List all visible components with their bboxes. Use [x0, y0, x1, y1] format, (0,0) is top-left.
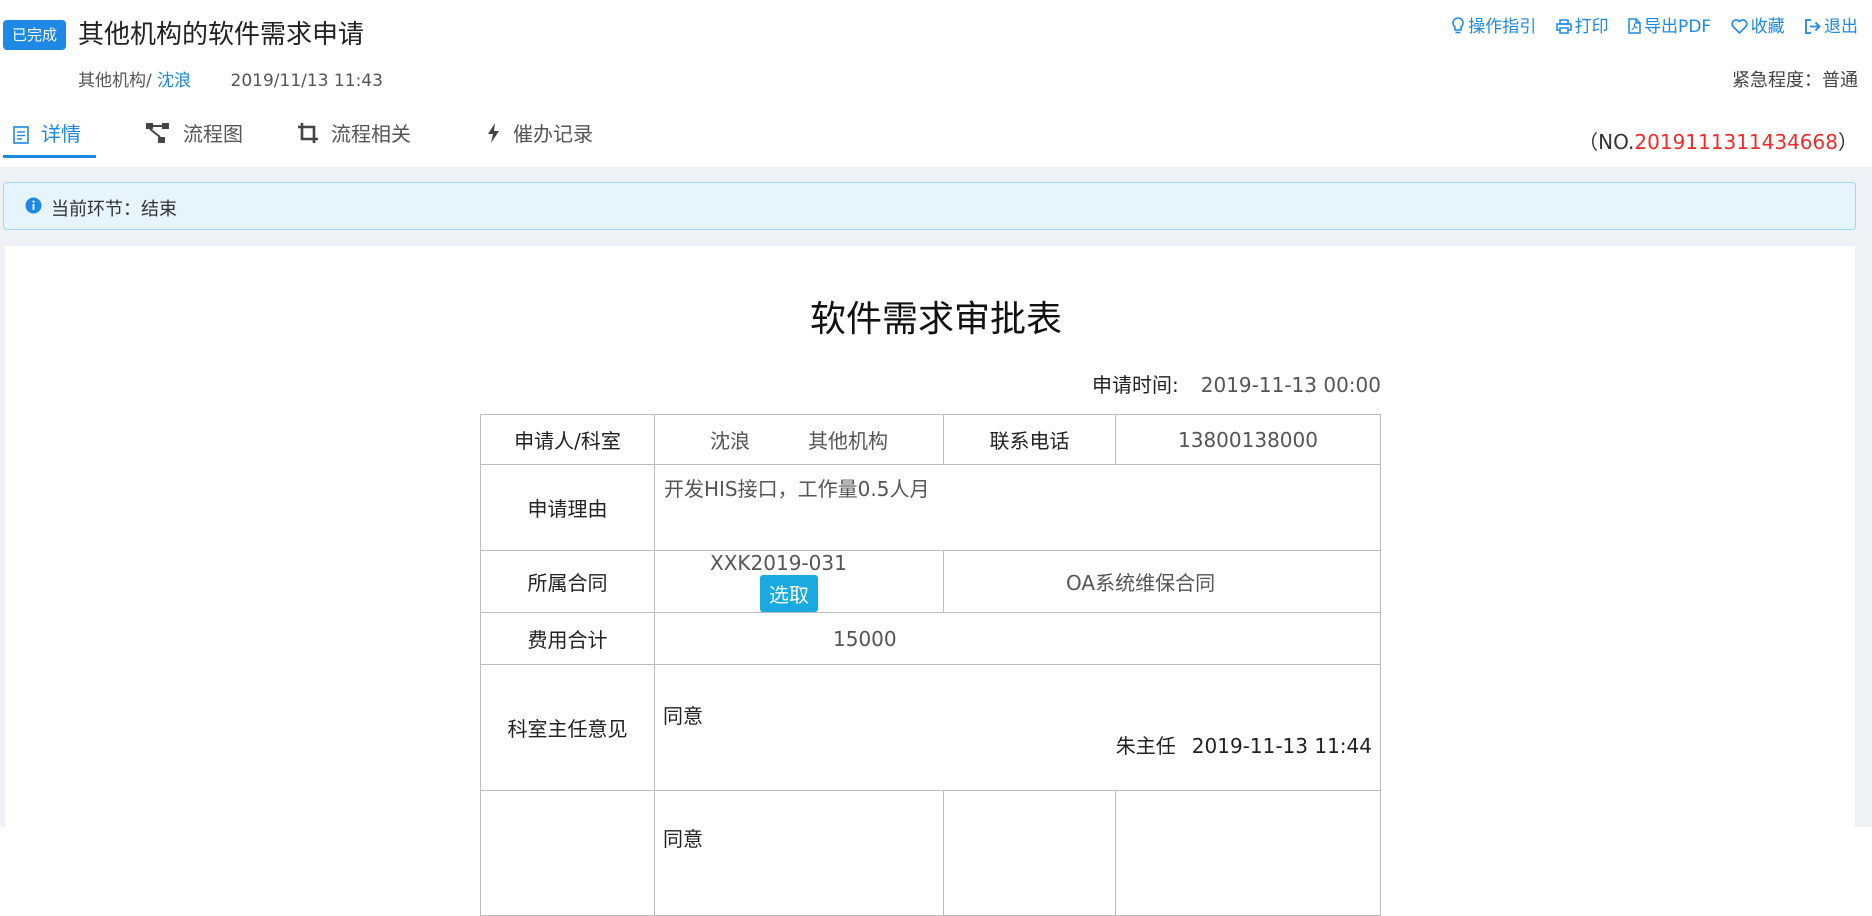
bolt-icon — [488, 123, 499, 143]
director-opinion-cell: 同意 朱主任 2019-11-13 11:44 — [654, 664, 1381, 791]
doc-number-prefix: （NO. — [1578, 130, 1635, 154]
exit-button[interactable]: 退出 — [1804, 17, 1858, 37]
doc-number-value: 201911131143466 — [1634, 130, 1826, 154]
phone-value: 13800138000 — [1115, 414, 1381, 465]
tab-details[interactable]: 详情 — [3, 118, 96, 158]
tab-details-label: 详情 — [41, 122, 81, 146]
next-opinion-text: 同意 — [654, 790, 944, 916]
export-pdf-button[interactable]: 导出PDF — [1628, 17, 1717, 37]
apply-time: 申请时间: 2019-11-13 00:00 — [1092, 369, 1381, 398]
contract-name: OA系统维保合同 — [943, 550, 1381, 613]
reason-value: 开发HIS接口，工作量0.5人月 — [654, 464, 1381, 551]
pdf-file-icon — [1628, 18, 1641, 34]
info-icon — [25, 197, 42, 214]
tab-related-label: 流程相关 — [331, 122, 411, 146]
tab-reminders-label: 催办记录 — [513, 122, 593, 146]
status-alert: 当前环节：结束 — [3, 182, 1856, 230]
table-row: 科室主任意见 同意 朱主任 2019-11-13 11:44 — [480, 664, 1381, 791]
applicant-name: 沈浪 — [710, 429, 750, 453]
director-signer: 朱主任 — [1115, 734, 1176, 758]
favorite-button[interactable]: 收藏 — [1730, 17, 1790, 37]
apply-time-value: 2019-11-13 00:00 — [1200, 373, 1381, 397]
pick-contract-button[interactable]: 选取 — [760, 575, 818, 612]
director-date: 2019-11-13 11:44 — [1191, 734, 1372, 758]
table-row: 所属合同 XXK2019-031选取 OA系统维保合同 — [480, 550, 1381, 613]
contract-no: XXK2019-031 — [710, 551, 847, 575]
print-button[interactable]: 打印 — [1555, 17, 1614, 37]
tab-flowchart-label: 流程图 — [183, 122, 243, 146]
director-opinion-text: 同意 — [663, 704, 703, 728]
table-row: 申请人/科室 沈浪 其他机构 联系电话 13800138000 — [480, 414, 1381, 465]
reason-label: 申请理由 — [480, 464, 655, 551]
crop-icon — [298, 123, 318, 143]
table-row: 费用合计 15000 — [480, 612, 1381, 665]
apply-time-label: 申请时间: — [1092, 373, 1179, 397]
form-icon — [13, 126, 29, 144]
lightbulb-icon — [1452, 17, 1464, 34]
next-empty-cell — [943, 790, 1116, 916]
director-opinion-label: 科室主任意见 — [480, 664, 655, 791]
tab-reminders[interactable]: 催办记录 — [485, 118, 593, 158]
page-title: 其他机构的软件需求申请 — [78, 20, 365, 50]
status-badge: 已完成 — [3, 20, 67, 50]
phone-label: 联系电话 — [943, 414, 1116, 465]
org-label: 其他机构/ — [78, 71, 152, 91]
urgency-label: 紧急程度： — [1732, 70, 1822, 91]
tab-related[interactable]: 流程相关 — [297, 118, 411, 158]
urgency: 紧急程度：普通 — [1732, 66, 1858, 92]
doc-meta: 其他机构/ 沈浪 2019/11/13 11:43 — [78, 66, 383, 91]
created-time: 2019/11/13 11:43 — [230, 71, 383, 91]
heart-icon — [1730, 19, 1748, 35]
urgency-value: 普通 — [1822, 70, 1858, 91]
contract-label: 所属合同 — [480, 550, 655, 613]
sitemap-icon — [146, 123, 169, 143]
next-empty-cell — [1115, 790, 1381, 916]
table-row: 同意 — [480, 790, 1381, 916]
print-label: 打印 — [1574, 17, 1609, 37]
director-signature: 朱主任 2019-11-13 11:44 — [1116, 730, 1372, 759]
applicant-label: 申请人/科室 — [480, 414, 655, 465]
sign-out-icon — [1805, 19, 1821, 34]
exit-label: 退出 — [1824, 17, 1858, 37]
applicant-cell: 沈浪 其他机构 — [654, 414, 944, 465]
guide-label: 操作指引 — [1468, 17, 1537, 37]
favorite-label: 收藏 — [1750, 17, 1785, 37]
guide-button[interactable]: 操作指引 — [1451, 17, 1541, 37]
form-title: 软件需求审批表 — [809, 299, 1062, 340]
export-pdf-label: 导出PDF — [1644, 17, 1712, 37]
doc-number-suffix: ） — [1838, 130, 1858, 154]
doc-number-checksum: 8 — [1825, 130, 1838, 154]
cost-label: 费用合计 — [480, 612, 655, 665]
tab-flowchart[interactable]: 流程图 — [145, 118, 243, 158]
applicant-dept: 其他机构 — [808, 429, 888, 453]
cost-value: 15000 — [654, 612, 1381, 665]
table-row: 申请理由 开发HIS接口，工作量0.5人月 — [480, 464, 1381, 551]
next-opinion-label — [480, 790, 655, 916]
approval-form-table: 申请人/科室 沈浪 其他机构 联系电话 13800138000 申请理由 开发HI… — [480, 414, 1381, 916]
printer-icon — [1555, 19, 1572, 34]
toolbar: 操作指引 打印 导出PDF 收藏 退出 — [1437, 12, 1858, 37]
doc-number: （NO.2019111311434668） — [1578, 126, 1858, 155]
user-link[interactable]: 沈浪 — [157, 71, 191, 91]
alert-text: 当前环节：结束 — [51, 199, 177, 220]
contract-cell: XXK2019-031选取 — [654, 550, 944, 613]
